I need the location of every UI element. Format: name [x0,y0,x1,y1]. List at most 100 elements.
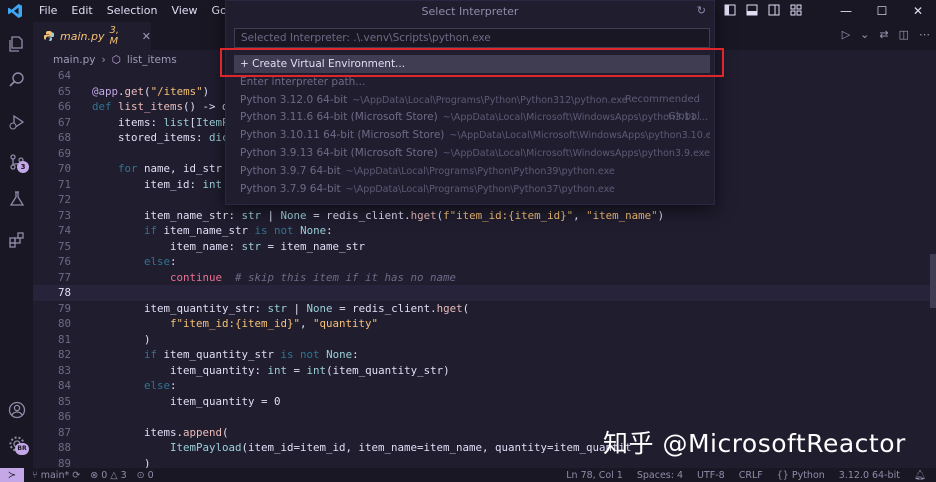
code-line[interactable]: 74 if item_name_str is not None: [33,223,936,239]
line-text: item_quantity: int = int(item_quantity_s… [92,363,450,377]
ports-count: 0 [147,469,154,481]
compare-changes-icon[interactable]: ⇄ [879,28,888,41]
activity-bar: 3 BR [0,22,33,468]
more-actions-icon[interactable]: ⋯ [919,28,930,41]
code-line[interactable]: 73 item_name_str: str | None = redis_cli… [33,208,936,224]
function-symbol-icon: ⬡ [111,54,121,66]
breadcrumb-file[interactable]: main.py [53,54,95,66]
code-line[interactable]: 78 [33,285,936,301]
editor-scrollbar[interactable] [930,254,936,308]
interpreter-option[interactable]: Python 3.7.9 64-bit ~\AppData\Local\Progr… [234,180,710,198]
line-text: item_quantity_str: str | None = redis_cl… [92,301,470,315]
option-tag: Global [668,111,700,123]
quickpick-title: Select Interpreter [421,5,519,18]
code-line[interactable]: 75 item_name: str = item_name_str [33,239,936,255]
option-label: Python 3.9.13 64-bit (Microsoft Store) [240,147,438,159]
interpreter-option[interactable]: Python 3.9.13 64-bit (Microsoft Store) ~\… [234,144,710,162]
cursor-position[interactable]: Ln 78, Col 1 [566,470,623,481]
layout-secondary-sidebar-icon[interactable] [768,4,780,19]
line-text: item_quantity = 0 [92,394,281,408]
breadcrumb-symbol[interactable]: list_items [127,54,177,66]
option-label: Python 3.11.6 64-bit (Microsoft Store) [240,111,438,124]
option-path: ~\AppData\Local\Programs\Python\Python37… [345,183,615,195]
indentation[interactable]: Spaces: 4 [637,470,683,481]
ports-icon: ⊙ [136,469,148,481]
line-number: 71 [57,177,71,191]
language-mode[interactable]: {} Python [777,470,825,481]
source-control-icon[interactable]: 3 [0,148,33,176]
line-text: ItemPayload(item_id=item_id, item_name=i… [170,441,632,454]
notifications-bell-icon[interactable]: 🔔︎ [914,470,926,481]
line-text: item_name_str: str | None = redis_client… [92,208,665,222]
code-line[interactable]: 77 continue # skip this item if it has n… [33,270,936,286]
line-number: 70 [57,162,71,175]
run-python-icon[interactable]: ▷ [842,28,850,41]
code-line[interactable]: 81 ) [33,332,936,348]
maximize-icon[interactable]: ☐ [864,4,900,18]
line-endings[interactable]: CRLF [739,470,763,481]
branch-name: main* [40,469,70,481]
split-editor-icon[interactable]: ◫ [899,28,909,41]
code-line[interactable]: 82 if item_quantity_str is not None: [33,347,936,363]
line-text: for name, id_str [118,162,223,175]
account-icon[interactable] [0,396,33,424]
refresh-icon[interactable]: ↻ [697,4,706,17]
extensions-icon[interactable] [0,226,33,254]
option-label: Enter interpreter path... [240,75,366,88]
line-number: 86 [57,410,71,423]
menu-item-file[interactable]: File [32,0,64,22]
layout-panel-icon[interactable] [746,4,758,19]
interpreter-option[interactable]: Python 3.12.0 64-bit ~\AppData\Local\Prog… [234,91,710,109]
run-debug-icon[interactable] [0,108,33,136]
explorer-icon[interactable] [0,30,33,58]
breadcrumb-separator-icon: › [101,54,106,66]
search-icon[interactable] [0,66,33,94]
tab-main-py[interactable]: main.py 3, M ✕ [33,22,151,50]
error-icon: ⊗ [90,469,102,481]
menu-item-selection[interactable]: Selection [100,0,165,22]
line-text: ) [92,332,151,346]
interpreter-version[interactable]: 3.12.0 64-bit [839,470,900,481]
code-line[interactable]: 85 item_quantity = 0 [33,394,936,410]
watermark-text: 知乎 @MicrosoftReactor [603,429,906,458]
code-line[interactable]: 86 [33,409,936,425]
menu-item-edit[interactable]: Edit [64,0,99,22]
code-line[interactable]: 80 f"item_id:{item_id}", "quantity" [33,316,936,332]
braces-icon: {} [776,469,792,481]
tab-close-icon[interactable]: ✕ [142,30,151,43]
close-window-icon[interactable]: ✕ [900,4,936,18]
code-line[interactable]: 84 else: [33,378,936,394]
line-text: f"item_id:{item_id}", "quantity" [170,317,379,330]
vscode-logo-icon [4,0,26,22]
minimize-icon[interactable]: — [828,4,864,18]
line-text: items.append( [92,425,229,439]
interpreter-search-input[interactable]: Selected Interpreter: .\.venv\Scripts\py… [234,28,710,48]
menu-item-view[interactable]: View [164,0,204,22]
code-line[interactable]: 79 item_quantity_str: str | None = redis… [33,301,936,317]
code-line[interactable]: 76 else: [33,254,936,270]
line-text: items: list[ItemP [92,115,229,129]
testing-icon[interactable] [0,185,33,213]
run-dropdown-icon[interactable]: ⌄ [860,28,869,41]
interpreter-option[interactable]: Python 3.9.7 64-bit ~\AppData\Local\Progr… [234,162,710,180]
line-number: 78 [57,286,71,299]
option-label: Python 3.10.11 64-bit (Microsoft Store) [240,129,445,142]
option-tag: Recommended [624,93,700,105]
code-line[interactable]: 83 item_quantity: int = int(item_quantit… [33,363,936,379]
interpreter-option[interactable]: Python 3.11.6 64-bit (Microsoft Store) ~\… [234,108,710,126]
source-control-badge: 3 [17,161,29,173]
sync-icon[interactable]: ⟳ [72,470,80,481]
problems-indicator[interactable]: ⊗ 0 △ 3 [90,470,126,481]
line-number: 69 [57,146,71,160]
git-branch[interactable]: ⑂ main* ⟳ [32,470,80,481]
interpreter-option[interactable]: Python 3.10.11 64-bit (Microsoft Store) ~… [234,126,710,144]
remote-indicator-icon[interactable]: ≻ [0,468,24,482]
manage-gear-icon[interactable]: BR [0,430,33,458]
line-number: 82 [57,348,71,361]
option-label: Python 3.12.0 64-bit [240,93,348,106]
line-number: 88 [57,441,71,454]
layout-sidebar-icon[interactable] [724,4,736,19]
ports-indicator[interactable]: ⊙ 0 [137,470,154,481]
layout-customize-icon[interactable] [790,4,802,19]
encoding[interactable]: UTF-8 [697,470,725,481]
